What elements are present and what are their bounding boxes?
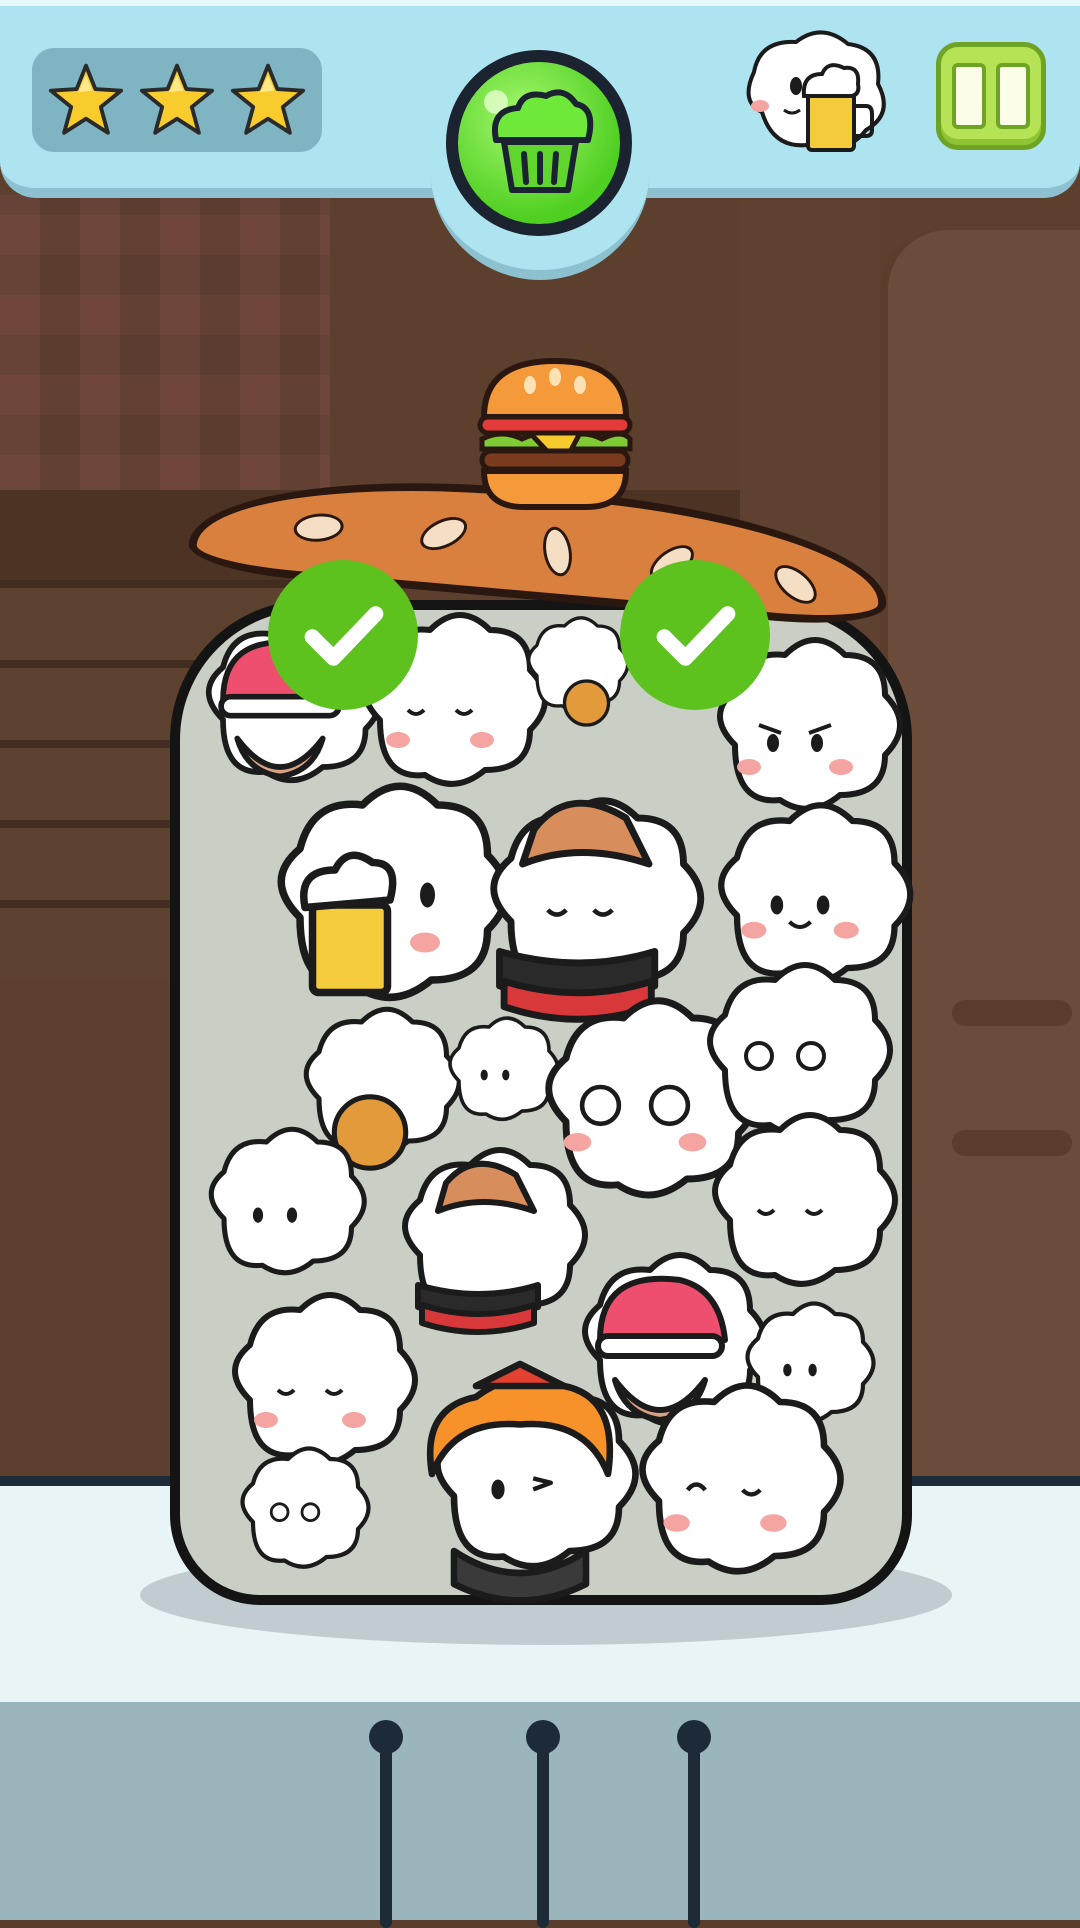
stars-panel: [32, 48, 322, 152]
cloud-dirndl-wink: [426, 1360, 635, 1604]
fridge-handle: [952, 1130, 1072, 1156]
beer-cloud-target-icon: [746, 30, 886, 152]
cloud-german-hat: [494, 801, 701, 1023]
jar-contents: [180, 610, 900, 1604]
cloud-beer-big: [281, 786, 506, 997]
muffin-icon: [484, 89, 594, 193]
drawer-handle: [677, 1720, 711, 1928]
drawer-handle: [526, 1720, 560, 1928]
game-scene: [0, 0, 1080, 1928]
checkmark-icon: [656, 606, 736, 666]
cloud-happy-2: [715, 1115, 895, 1284]
pause-button[interactable]: [936, 42, 1046, 150]
star-icon: [139, 63, 215, 135]
cloud-angry-small: [211, 1129, 364, 1273]
checkmark-icon: [304, 606, 384, 666]
pause-icon: [996, 63, 1030, 129]
cloud-dizzy-small: [243, 1449, 369, 1567]
star-icon: [231, 63, 306, 135]
burger-icon: [477, 357, 633, 510]
cloud-dizzy: [710, 965, 890, 1134]
cloud-wink: [643, 1386, 841, 1572]
kitchen-window: [0, 195, 330, 495]
cloud-smile: [721, 805, 910, 982]
cloud-happy-3: [235, 1295, 415, 1464]
fridge-handle: [952, 1000, 1072, 1026]
goal-medal: [446, 50, 632, 236]
cloud-small-smile: [448, 1016, 560, 1122]
drawer-handle: [369, 1720, 403, 1928]
star-icon: [48, 63, 123, 135]
cloud-german-hat-2: [405, 1150, 585, 1335]
pause-icon: [952, 63, 986, 129]
check-badge: [620, 560, 770, 710]
check-badge: [268, 560, 418, 710]
